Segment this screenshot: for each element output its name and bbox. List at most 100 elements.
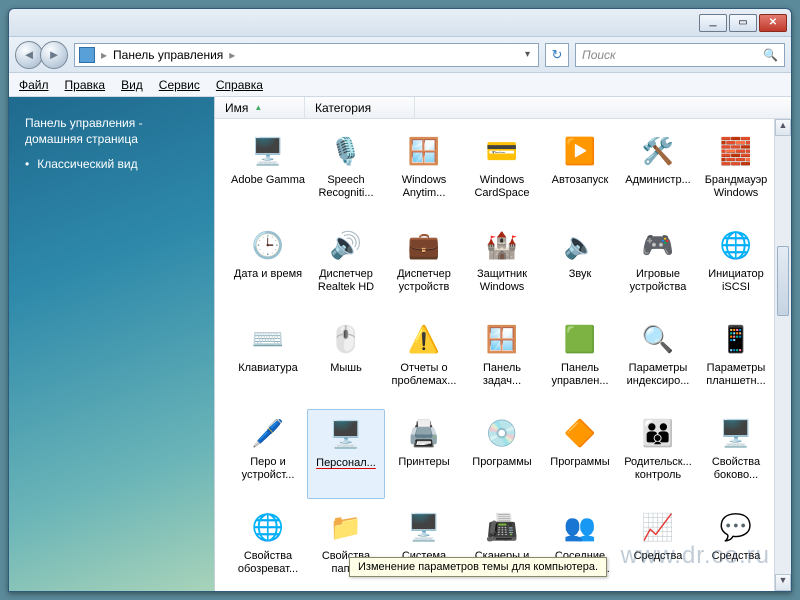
system-icon: 🖥️ [402, 507, 446, 547]
content-area: Имя ▲ Категория 🖥️Adobe Gamma🎙️Speech Re… [214, 97, 791, 591]
cpl-item-clock-calendar[interactable]: 🕒Дата и время [229, 221, 307, 311]
cpl-item-device-manager[interactable]: 💼 Диспетчер устройств [385, 221, 463, 311]
cpl-item-iscsi[interactable]: 🌐Инициатор iSCSI [697, 221, 774, 311]
breadcrumb-separator: ▸ [101, 48, 107, 62]
cpl-item-cardspace[interactable]: 💳Windows CardSpace [463, 127, 541, 217]
programs-default-icon: 🔶 [558, 413, 602, 453]
item-label: Родительск... контроль [619, 456, 697, 481]
address-bar[interactable]: ▸ Панель управления ▸ ▾ [74, 43, 539, 67]
cpl-item-speaker[interactable]: 🔈Звук [541, 221, 619, 311]
cpl-item-system[interactable]: 🖥️Система [385, 503, 463, 591]
titlebar [9, 9, 791, 37]
cpl-item-taskbar[interactable]: 🪟Панель задач... [463, 315, 541, 405]
cpl-item-programs-disc[interactable]: 💿Программы [463, 409, 541, 499]
minimize-button[interactable] [699, 14, 727, 32]
item-label: Windows Anytim... [385, 174, 463, 199]
cpl-item-scanner[interactable]: 📠Сканеры и камеры [463, 503, 541, 591]
cpl-item-mouse[interactable]: 🖱️Мышь [307, 315, 385, 405]
search-input[interactable]: Поиск 🔍 [575, 43, 785, 67]
address-dropdown[interactable]: ▾ [521, 49, 534, 60]
menu-tools[interactable]: Сервис [159, 78, 200, 92]
cpl-item-personalization[interactable]: 🖥️Персонал... [307, 409, 385, 499]
cpl-item-monitor-blue[interactable]: 🖥️Adobe Gamma [229, 127, 307, 217]
cpl-item-firewall[interactable]: 🧱Брандмауэр Windows [697, 127, 774, 217]
refresh-button[interactable]: ↻ [545, 43, 569, 67]
sidebar-classic-view[interactable]: Классический вид [25, 157, 198, 171]
menu-help[interactable]: Справка [216, 78, 263, 92]
item-label: Диспетчер устройств [385, 268, 463, 293]
cpl-item-admin-tools[interactable]: 🛠️ Администр... [619, 127, 697, 217]
item-label: Панель задач... [463, 362, 541, 387]
cpl-item-nvidia[interactable]: 🟩Панель управлен... [541, 315, 619, 405]
column-category[interactable]: Категория [305, 97, 415, 118]
scroll-down-button[interactable]: ▼ [775, 574, 791, 591]
search-placeholder: Поиск [582, 48, 616, 62]
item-label: Windows CardSpace [463, 174, 541, 199]
cpl-item-autoplay[interactable]: ▶️Автозапуск [541, 127, 619, 217]
item-label: Отчеты о проблемах... [385, 362, 463, 387]
navigation-bar: ◄ ► ▸ Панель управления ▸ ▾ ↻ Поиск 🔍 [9, 37, 791, 73]
item-label: Защитник Windows [463, 268, 541, 293]
item-label: Игровые устройства [619, 268, 697, 293]
back-button[interactable]: ◄ [15, 41, 43, 69]
cpl-item-keyboard[interactable]: ⌨️Клавиатура [229, 315, 307, 405]
cpl-item-audio-chip[interactable]: 🔊Диспетчер Realtek HD [307, 221, 385, 311]
close-button[interactable] [759, 14, 787, 32]
cpl-item-printer[interactable]: 🖨️Принтеры [385, 409, 463, 499]
cpl-item-pen[interactable]: 🖊️Перо и устройст... [229, 409, 307, 499]
control-panel-icon [79, 47, 95, 63]
cpl-item-programs-default[interactable]: 🔶Программы [541, 409, 619, 499]
item-label: Средства [710, 550, 763, 563]
item-label: Панель управлен... [541, 362, 619, 387]
cpl-item-tablet[interactable]: 📱Параметры планшетн... [697, 315, 774, 405]
defender-icon: 🏰 [480, 225, 524, 265]
scroll-thumb[interactable] [777, 246, 789, 316]
speaker-icon: 🔈 [558, 225, 602, 265]
audio-chip-icon: 🔊 [324, 225, 368, 265]
cpl-item-tools-green[interactable]: 📈Средства [619, 503, 697, 591]
breadcrumb-separator: ▸ [229, 48, 235, 62]
cpl-item-sidebar-props[interactable]: 🖥️Свойства боково... [697, 409, 774, 499]
item-label: Средства [632, 550, 685, 563]
tablet-icon: 📱 [714, 319, 758, 359]
scroll-up-button[interactable]: ▲ [775, 119, 791, 136]
column-name[interactable]: Имя ▲ [215, 97, 305, 118]
scroll-track[interactable] [775, 136, 791, 574]
forward-button[interactable]: ► [40, 41, 68, 69]
tooltip: Изменение параметров темы для компьютера… [349, 557, 607, 577]
item-label: Администр... [623, 174, 693, 187]
cpl-item-microphone[interactable]: 🎙️Speech Recogniti... [307, 127, 385, 217]
menu-bar: Файл Правка Вид Сервис Справка [9, 73, 791, 97]
breadcrumb-root[interactable]: Панель управления [113, 48, 223, 62]
cpl-item-gamepad[interactable]: 🎮Игровые устройства [619, 221, 697, 311]
cpl-item-internet-options[interactable]: 🌐 Свойства обозреват... [229, 503, 307, 591]
cpl-item-folder-options[interactable]: 📁Свойства папки [307, 503, 385, 591]
cpl-item-text-speech[interactable]: 💬Средства [697, 503, 774, 591]
cpl-item-windows-flag[interactable]: 🪟 Windows Anytim... [385, 127, 463, 217]
cpl-item-defender[interactable]: 🏰 Защитник Windows [463, 221, 541, 311]
admin-tools-icon: 🛠️ [636, 131, 680, 171]
device-manager-icon: 💼 [402, 225, 446, 265]
windows-flag-icon: 🪟 [402, 131, 446, 171]
folder-options-icon: 📁 [324, 507, 368, 547]
vertical-scrollbar[interactable]: ▲ ▼ [774, 119, 791, 591]
cpl-item-indexing[interactable]: 🔍Параметры индексиро... [619, 315, 697, 405]
menu-view[interactable]: Вид [121, 78, 143, 92]
internet-options-icon: 🌐 [246, 507, 290, 547]
cpl-item-people-near[interactable]: 👥Соседние пользоват... [541, 503, 619, 591]
menu-edit[interactable]: Правка [65, 78, 106, 92]
pen-icon: 🖊️ [246, 413, 290, 453]
item-label: Принтеры [396, 456, 451, 469]
parental-icon: 👪 [636, 413, 680, 453]
item-label: Speech Recogniti... [307, 174, 385, 199]
maximize-button[interactable] [729, 14, 757, 32]
item-label: Программы [470, 456, 533, 469]
cpl-item-problem-report[interactable]: ⚠️Отчеты о проблемах... [385, 315, 463, 405]
cpl-item-parental[interactable]: 👪 Родительск... контроль [619, 409, 697, 499]
search-icon: 🔍 [763, 48, 778, 62]
menu-file[interactable]: Файл [19, 78, 49, 92]
scanner-icon: 📠 [480, 507, 524, 547]
sidebar-home-link[interactable]: Панель управления - домашняя страница [25, 115, 198, 147]
item-label: Свойства обозреват... [229, 550, 307, 575]
autoplay-icon: ▶️ [558, 131, 602, 171]
